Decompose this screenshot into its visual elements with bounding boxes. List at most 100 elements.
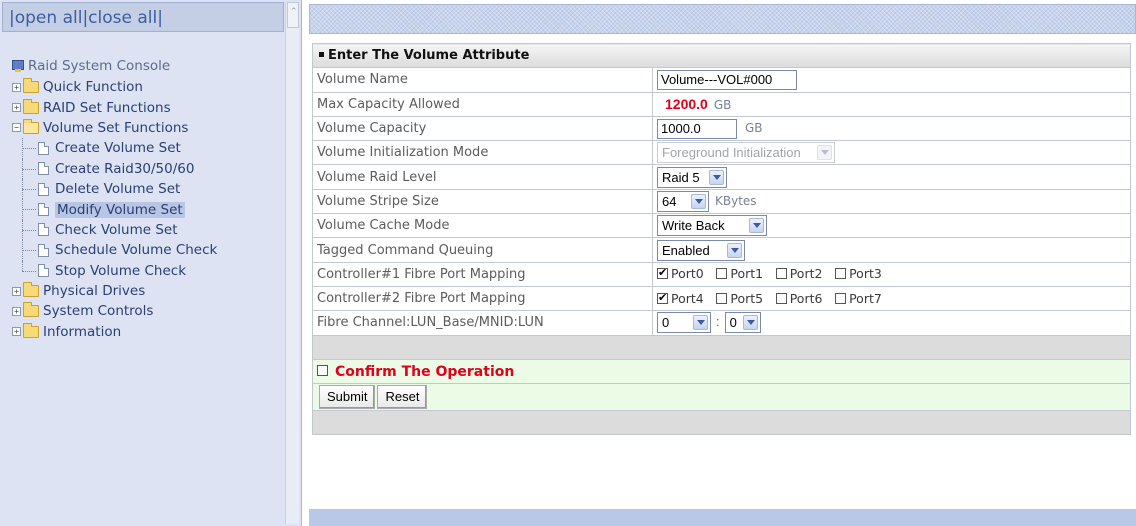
tree-item-create-volume-set[interactable]: Create Volume Set	[12, 138, 282, 159]
port5-option[interactable]: Port5	[716, 291, 763, 306]
tree-item-create-raid30-50-60[interactable]: Create Raid30/50/60	[12, 158, 282, 179]
lun-base-select[interactable]: 0	[657, 312, 711, 334]
port5-label: Port5	[730, 290, 764, 306]
stripe-size-label: Volume Stripe Size	[312, 188, 653, 215]
tree-item-volume-set-functions[interactable]: − Volume Set Functions	[12, 118, 282, 138]
tree-toolbar: |open all|close all|	[2, 2, 284, 32]
tree-item-label: Schedule Volume Check	[55, 242, 218, 259]
tree-item-check-volume-set[interactable]: Check Volume Set	[12, 219, 282, 241]
volume-name-row: Volume Name	[312, 67, 1131, 93]
tree-item-label: Physical Drives	[43, 283, 146, 300]
port7-checkbox[interactable]	[835, 292, 847, 304]
ctrl1-mapping-label: Controller#1 Fibre Port Mapping	[312, 261, 653, 287]
tree-scrollbar[interactable]	[285, 2, 299, 524]
port2-checkbox[interactable]	[775, 268, 787, 280]
port3-label: Port3	[849, 266, 882, 282]
tree-item-stop-volume-check[interactable]: Stop Volume Check	[12, 260, 282, 281]
content-header-bar	[309, 4, 1136, 34]
scroll-up-button[interactable]	[287, 2, 299, 28]
lun-label: Fibre Channel:LUN_Base/MNID:LUN	[312, 310, 653, 336]
navigation-tree: Raid System Console + Quick Function + RAI…	[12, 54, 282, 342]
init-mode-row: Volume Initialization Mode Foreground In…	[312, 140, 1131, 166]
tree-item-label: Information	[43, 323, 122, 340]
port3-checkbox[interactable]	[835, 268, 847, 280]
max-capacity-row: Max Capacity Allowed 1200.0 GB	[312, 91, 1131, 117]
tree-item-system-controls[interactable]: + System Controls	[12, 301, 282, 321]
console-icon	[12, 59, 24, 72]
close-all-link[interactable]: close all	[88, 8, 157, 28]
open-all-link[interactable]: open all	[15, 8, 83, 28]
port6-option[interactable]: Port6	[775, 291, 822, 306]
folder-icon	[23, 302, 39, 318]
folder-icon	[23, 98, 39, 114]
chevron-down-icon	[817, 145, 832, 161]
button-row: Submit Reset	[312, 383, 1131, 412]
lun-value: 0	[729, 315, 737, 331]
page-icon	[38, 264, 49, 278]
cache-mode-select[interactable]: Write Back	[657, 215, 767, 237]
tree-item-label: Check Volume Set	[55, 221, 178, 238]
tree-item-delete-volume-set[interactable]: Delete Volume Set	[12, 178, 282, 200]
tree-item-raid-set-functions[interactable]: + RAID Set Functions	[12, 97, 282, 117]
reset-button[interactable]: Reset	[377, 385, 428, 410]
tree-item-label: Volume Set Functions	[43, 119, 189, 136]
expand-icon[interactable]: +	[12, 286, 21, 296]
expand-icon[interactable]: +	[12, 103, 21, 113]
expand-icon[interactable]: +	[12, 327, 21, 337]
ctrl1-mapping-row: Controller#1 Fibre Port Mapping Port0 Po…	[312, 261, 1131, 287]
tree-item-label: Delete Volume Set	[55, 181, 181, 198]
form-title: Enter The Volume Attribute	[312, 42, 1131, 69]
port5-checkbox[interactable]	[716, 292, 728, 304]
port0-option[interactable]: Port0	[657, 266, 704, 281]
lun-separator: :	[716, 314, 720, 330]
tree-item-label: Create Raid30/50/60	[55, 160, 195, 177]
tree-item-quick-function[interactable]: + Quick Function	[12, 77, 282, 97]
tree-item-schedule-volume-check[interactable]: Schedule Volume Check	[12, 240, 282, 261]
port3-option[interactable]: Port3	[835, 266, 882, 281]
tree-item-information[interactable]: + Information	[12, 322, 282, 342]
folder-icon	[23, 322, 39, 338]
form-title-text: Enter The Volume Attribute	[328, 48, 530, 64]
ctrl2-mapping-label: Controller#2 Fibre Port Mapping	[312, 285, 653, 312]
tree-item-modify-volume-set[interactable]: Modify Volume Set	[12, 199, 282, 220]
raid-level-select[interactable]: Raid 5	[657, 166, 727, 188]
port4-option[interactable]: Port4	[657, 291, 704, 306]
ctrl2-mapping-row: Controller#2 Fibre Port Mapping Port4 Po…	[312, 285, 1131, 312]
tree-item-physical-drives[interactable]: + Physical Drives	[12, 281, 282, 301]
port2-option[interactable]: Port2	[775, 266, 823, 282]
port7-option[interactable]: Port7	[835, 291, 882, 306]
page-icon	[38, 223, 49, 237]
tree-root[interactable]: Raid System Console	[12, 54, 282, 77]
port4-checkbox[interactable]	[657, 291, 668, 305]
page-icon	[38, 203, 49, 217]
port1-option[interactable]: Port1	[716, 266, 763, 281]
port2-label: Port2	[789, 266, 823, 282]
port4-label: Port4	[671, 290, 704, 306]
expand-icon[interactable]: +	[12, 82, 21, 92]
port1-checkbox[interactable]	[716, 268, 728, 280]
lun-row: Fibre Channel:LUN_Base/MNID:LUN 0:0	[312, 310, 1131, 336]
lun-select[interactable]: 0	[724, 312, 761, 334]
max-capacity-value: 1200.0	[665, 96, 708, 113]
volume-capacity-input[interactable]	[657, 118, 737, 139]
page-icon	[38, 182, 49, 196]
volume-name-input[interactable]	[657, 69, 797, 90]
chevron-down-icon	[749, 218, 764, 234]
confirm-checkbox[interactable]	[317, 364, 328, 376]
tcq-select[interactable]: Enabled	[657, 239, 745, 261]
attribute-table: Enter The Volume Attribute Volume Name M…	[312, 42, 1131, 436]
spacer-row	[312, 334, 1131, 360]
port6-checkbox[interactable]	[775, 292, 787, 304]
port0-checkbox[interactable]	[657, 266, 668, 280]
tcq-value: Enabled	[662, 242, 710, 258]
volume-name-label: Volume Name	[312, 67, 653, 93]
expand-icon[interactable]: +	[12, 306, 21, 316]
stripe-size-select[interactable]: 64	[657, 190, 709, 212]
tree-item-label: Create Volume Set	[55, 140, 181, 157]
cache-mode-value: Write Back	[662, 218, 725, 234]
open-folder-icon	[23, 118, 39, 134]
confirm-label: Confirm The Operation	[335, 363, 515, 380]
tree-item-label: Quick Function	[43, 79, 143, 96]
collapse-icon[interactable]: −	[12, 123, 21, 133]
submit-button[interactable]: Submit	[319, 385, 376, 410]
